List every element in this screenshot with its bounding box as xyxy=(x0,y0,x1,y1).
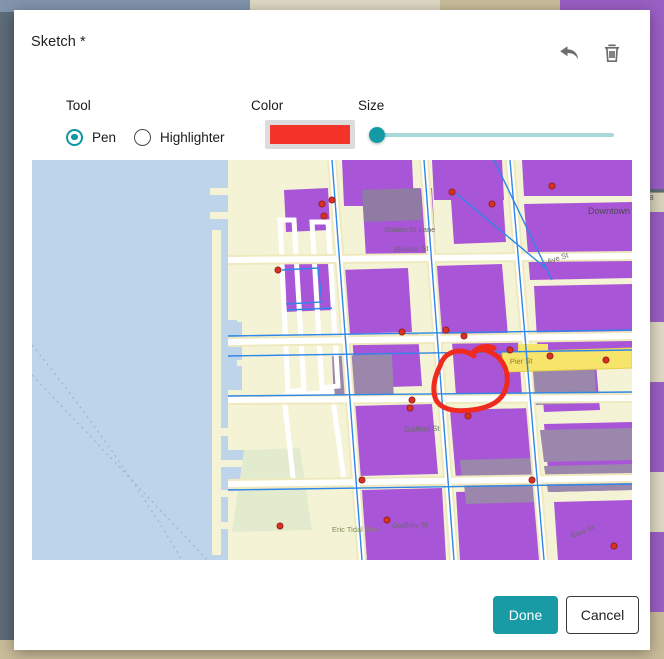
radio-selected-icon xyxy=(66,129,83,146)
slider-track xyxy=(377,133,614,137)
dialog-footer: Done Cancel xyxy=(14,574,650,650)
backdrop-land xyxy=(648,472,664,532)
color-swatch-fill xyxy=(270,125,350,144)
tool-label: Tool xyxy=(66,98,91,113)
size-slider[interactable] xyxy=(369,127,614,143)
map-label: Eric Tidal Park xyxy=(332,525,381,534)
map-label: Downtown xyxy=(588,206,630,216)
done-button[interactable]: Done xyxy=(493,596,558,634)
color-swatch-button[interactable] xyxy=(265,120,355,149)
size-label: Size xyxy=(358,98,384,113)
map-label: Guilford St xyxy=(404,424,441,434)
radio-option-pen[interactable]: Pen xyxy=(66,124,116,150)
color-label: Color xyxy=(251,98,283,113)
map-label: Station St Lane xyxy=(384,225,435,234)
trash-icon xyxy=(597,38,627,68)
map-graphic: Downtown Ave St Station St Lane Bleeker … xyxy=(32,160,632,560)
map-label: Pier St xyxy=(510,356,534,366)
undo-arrow-icon xyxy=(554,38,584,68)
map-label: Bleeker St xyxy=(394,244,430,254)
cancel-button[interactable]: Cancel xyxy=(566,596,639,634)
map-highway-ramp xyxy=(518,344,548,354)
radio-unselected-icon xyxy=(134,129,151,146)
backdrop-block xyxy=(648,212,664,322)
sketch-map-canvas[interactable]: Downtown Ave St Station St Lane Bleeker … xyxy=(32,160,632,560)
radio-label-pen: Pen xyxy=(92,130,116,145)
backdrop-block xyxy=(648,532,664,612)
backdrop-block xyxy=(648,14,664,189)
delete-button[interactable] xyxy=(597,38,627,68)
sketch-dialog: Sketch * Tool Color Size xyxy=(14,10,650,650)
backdrop-block xyxy=(648,382,664,472)
undo-button[interactable] xyxy=(554,38,584,68)
map-label: Godfrey St xyxy=(392,520,429,530)
radio-label-highlighter: Highlighter xyxy=(160,130,225,145)
backdrop-land xyxy=(648,322,664,382)
backdrop-land xyxy=(648,612,664,659)
radio-option-highlighter[interactable]: Highlighter xyxy=(134,124,225,150)
slider-thumb[interactable] xyxy=(369,127,385,143)
dialog-header: Sketch * xyxy=(14,10,650,74)
dialog-title: Sketch * xyxy=(31,34,86,50)
